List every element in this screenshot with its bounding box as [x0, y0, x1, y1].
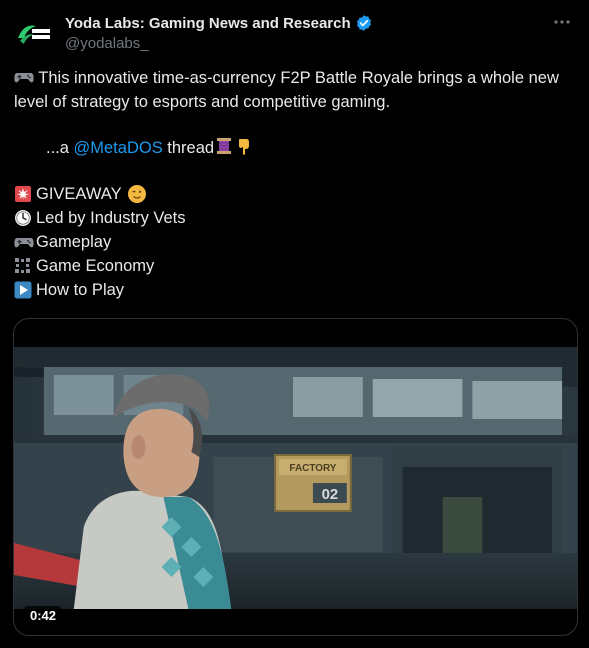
video-player[interactable]: FACTORY 02 0:42 — [13, 318, 578, 636]
verified-badge-icon — [356, 15, 371, 31]
list-item-label: Game Economy — [36, 257, 155, 275]
list-item-label: GIVEAWAY — [36, 185, 122, 203]
factory-sign-text: FACTORY — [289, 463, 336, 474]
more-horizontal-icon[interactable] — [549, 9, 575, 35]
list-item: Led by Industry Vets — [14, 206, 574, 230]
mention-link[interactable]: @MetaDOS — [74, 139, 163, 157]
list-item-label: Led by Industry Vets — [36, 209, 186, 227]
factory-sign-number: 02 — [322, 486, 339, 503]
tweet-line-1: This innovative time-as-currency F2P Bat… — [14, 69, 559, 111]
pointing-down-icon — [239, 139, 250, 155]
handle[interactable]: @yodalabs_ — [65, 35, 549, 52]
video-thumbnail: FACTORY 02 — [14, 347, 577, 609]
game-controller-icon — [14, 73, 34, 83]
list-item: Game Economy — [14, 254, 574, 278]
economy-icon — [14, 256, 36, 276]
clock-icon — [14, 208, 36, 228]
yoda-labs-logo — [18, 25, 50, 44]
list-item-label: Gameplay — [36, 233, 112, 251]
game-controller-icon — [14, 232, 36, 252]
play-button-icon — [14, 280, 36, 300]
display-name[interactable]: Yoda Labs: Gaming News and Research — [65, 15, 351, 32]
list-item: Gameplay — [14, 230, 574, 254]
list-item: GIVEAWAY — [14, 182, 574, 206]
thread-spool-icon — [217, 138, 232, 154]
tweet-header: Yoda Labs: Gaming News and Research @yod… — [65, 13, 549, 52]
siren-icon — [14, 184, 36, 204]
winking-face-icon — [127, 185, 146, 203]
video-duration: 0:42 — [24, 606, 63, 625]
list-item: How to Play — [14, 278, 574, 302]
tweet-text: This innovative time-as-currency F2P Bat… — [14, 66, 574, 302]
list-item-label: How to Play — [36, 281, 125, 299]
avatar[interactable] — [14, 14, 54, 54]
tweet-list: GIVEAWAY Led by Industry Vets Gameplay G… — [14, 182, 574, 302]
thread-suffix: thread — [162, 139, 215, 157]
thread-prefix: ...a — [46, 139, 74, 157]
